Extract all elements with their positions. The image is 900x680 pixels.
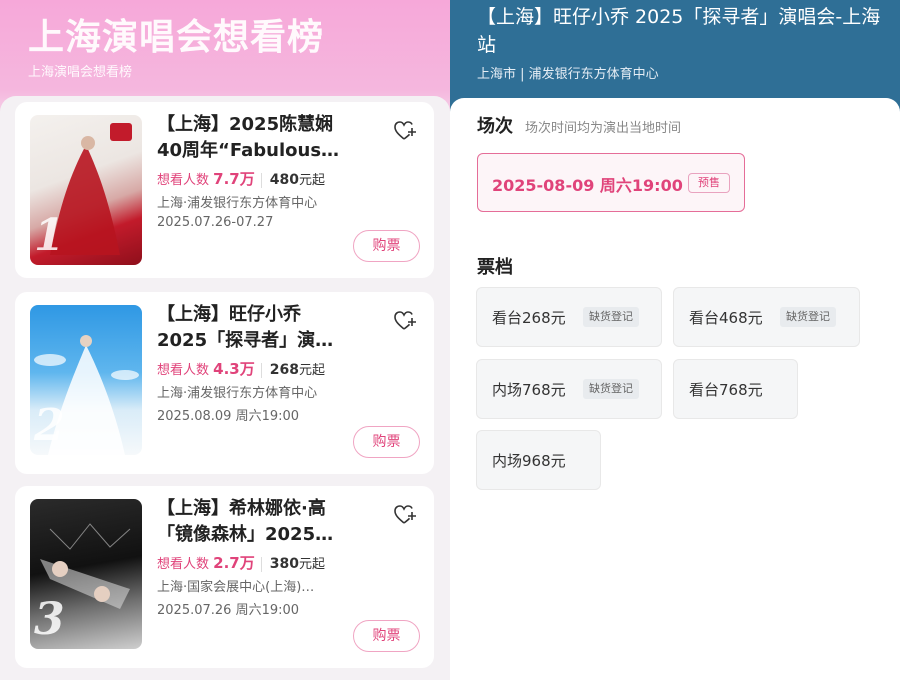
tier-heading: 票档 <box>477 257 513 278</box>
start-price: 380元起 <box>260 556 325 572</box>
event-title: 【上海】旺仔小乔 2025「探寻者」演唱会-上海站 <box>477 6 881 56</box>
rank-number: 3 <box>34 594 65 645</box>
tier-label: 内场768元 <box>492 381 566 399</box>
want-count: 想看人数 2.7万 <box>157 554 255 572</box>
popularity-price-row: 想看人数 7.7万 480元起 <box>157 168 325 189</box>
poster-image: 3 <box>30 499 142 649</box>
concert-title[interactable]: 【上海】希林娜依·高 「镜像森林」2025… <box>157 496 367 548</box>
concert-title-line1: 【上海】2025陈慧娴 <box>157 114 334 135</box>
venue: 上海·浦发银行东方体育中心 <box>157 386 318 401</box>
ranking-title: 上海演唱会想看榜 <box>28 17 325 58</box>
session-datetime: 2025-08-09 周六19:00 <box>492 176 683 195</box>
event-detail-panel: 【上海】旺仔小乔 2025「探寻者」演唱会-上海站 上海市 | 浦发银行东方体育… <box>450 0 900 680</box>
tier-label: 看台468元 <box>689 309 763 327</box>
concert-title-line2: 2025「探寻者」演… <box>157 330 334 351</box>
tier-label: 看台768元 <box>689 381 763 399</box>
tier-label: 看台268元 <box>492 309 566 327</box>
ranking-panel: 上海演唱会想看榜 上海演唱会想看榜 1 【上海】2025陈慧娴 40周年“Fab… <box>0 0 450 680</box>
want-count: 想看人数 7.7万 <box>157 170 255 188</box>
session-note: 场次时间均为演出当地时间 <box>525 121 682 136</box>
popularity-price-row: 想看人数 4.3万 268元起 <box>157 358 325 379</box>
concert-title-line1: 【上海】旺仔小乔 <box>157 304 301 325</box>
list-item[interactable]: 1 【上海】2025陈慧娴 40周年“Fabulous… 想看人数 7.7万 48… <box>15 102 434 278</box>
buy-ticket-button[interactable]: 购票 <box>353 620 420 652</box>
detail-header: 【上海】旺仔小乔 2025「探寻者」演唱会-上海站 上海市 | 浦发银行东方体育… <box>450 0 900 114</box>
buy-ticket-button[interactable]: 购票 <box>353 426 420 458</box>
event-date: 2025.08.09 周六19:00 <box>157 409 300 424</box>
rank-number: 2 <box>34 400 65 451</box>
start-price: 268元起 <box>260 362 325 378</box>
ranking-subtitle: 上海演唱会想看榜 <box>28 65 133 80</box>
venue: 上海·浦发银行东方体育中心 <box>157 196 318 211</box>
concert-title-line2: 「镜像森林」2025… <box>157 524 334 545</box>
session-heading: 场次 <box>477 116 513 137</box>
rank-number: 1 <box>34 210 65 261</box>
concert-title[interactable]: 【上海】2025陈慧娴 40周年“Fabulous… <box>157 112 367 164</box>
ticket-tier-option[interactable]: 看台468元 缺货登记 <box>673 287 860 347</box>
concert-title[interactable]: 【上海】旺仔小乔 2025「探寻者」演… <box>157 302 367 354</box>
heart-plus-icon[interactable] <box>393 504 417 526</box>
ticket-tier-option[interactable]: 看台268元 缺货登记 <box>476 287 662 347</box>
ticket-tier-option[interactable]: 内场768元 缺货登记 <box>476 359 662 419</box>
detail-body: 场次 场次时间均为演出当地时间 2025-08-09 周六19:00 预售 票档… <box>450 98 900 680</box>
popularity-price-row: 想看人数 2.7万 380元起 <box>157 552 325 573</box>
ticket-tier-option[interactable]: 内场968元 <box>476 430 601 490</box>
start-price: 480元起 <box>260 172 325 188</box>
event-date: 2025.07.26 周六19:00 <box>157 603 300 618</box>
out-of-stock-register-tag: 缺货登记 <box>780 307 836 327</box>
want-count: 想看人数 4.3万 <box>157 360 255 378</box>
heart-plus-icon[interactable] <box>393 310 417 332</box>
heart-plus-icon[interactable] <box>393 120 417 142</box>
list-item[interactable]: 3 【上海】希林娜依·高 「镜像森林」2025… 想看人数 2.7万 380元起 … <box>15 486 434 668</box>
list-item[interactable]: 2 【上海】旺仔小乔 2025「探寻者」演… 想看人数 4.3万 268元起 上海… <box>15 292 434 474</box>
tier-label: 内场968元 <box>492 452 566 470</box>
concert-title-line2: 40周年“Fabulous… <box>157 140 340 161</box>
concert-title-line1: 【上海】希林娜依·高 <box>157 498 326 519</box>
event-location: 上海市 | 浦发银行东方体育中心 <box>477 67 659 82</box>
presale-badge: 预售 <box>688 173 730 193</box>
ticket-tier-option[interactable]: 看台768元 <box>673 359 798 419</box>
session-option[interactable]: 2025-08-09 周六19:00 预售 <box>477 153 745 212</box>
poster-image: 1 <box>30 115 142 265</box>
venue: 上海·国家会展中心(上海)… <box>157 580 315 595</box>
poster-image: 2 <box>30 305 142 455</box>
out-of-stock-register-tag: 缺货登记 <box>583 307 639 327</box>
event-date: 2025.07.26-07.27 <box>157 215 274 230</box>
buy-ticket-button[interactable]: 购票 <box>353 230 420 262</box>
out-of-stock-register-tag: 缺货登记 <box>583 379 639 399</box>
